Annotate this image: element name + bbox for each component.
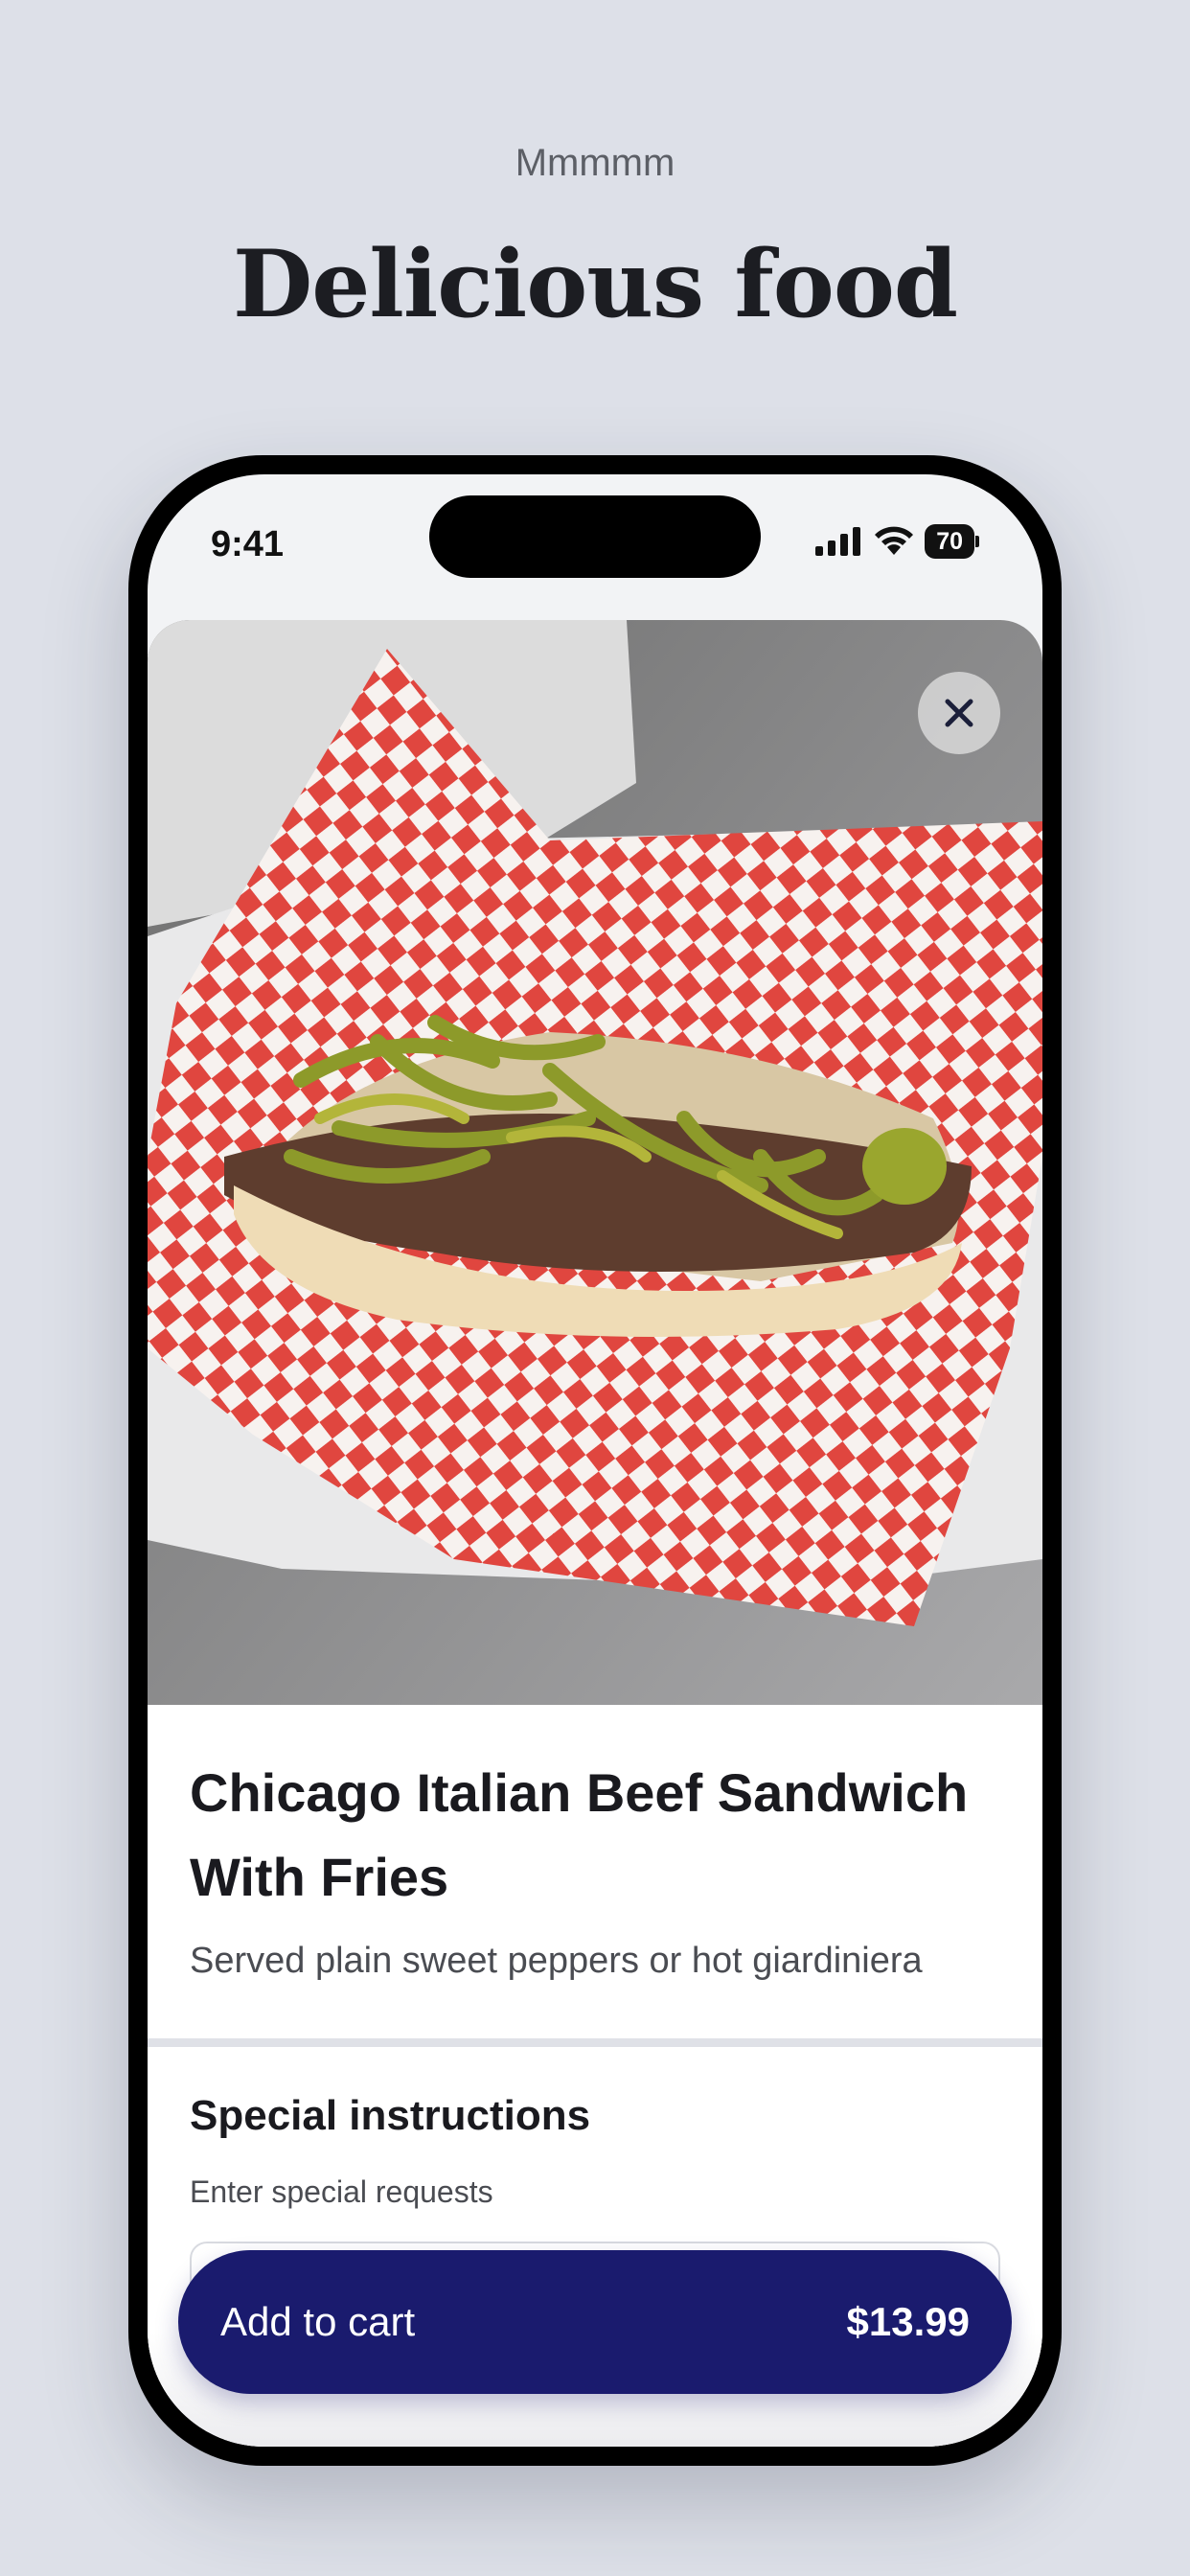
wifi-icon: [875, 526, 914, 555]
close-icon: [945, 699, 973, 727]
item-title: Chicago Italian Beef Sandwich With Fries: [190, 1762, 969, 1907]
dynamic-island: [429, 495, 761, 578]
battery-tip: [975, 536, 979, 547]
eyebrow-text: Mmmmm: [515, 142, 675, 184]
item-sheet: Chicago Italian Beef Sandwich With Fries…: [148, 620, 1042, 2447]
signal-icon: [815, 527, 861, 556]
add-to-cart-button[interactable]: Add to cart $13.99: [178, 2250, 1012, 2394]
headline: Delicious food: [233, 230, 958, 338]
section-divider: [148, 2038, 1042, 2047]
status-icons: 70: [815, 524, 979, 559]
sandwich-photo: [148, 620, 1042, 1705]
close-button[interactable]: [918, 672, 1000, 754]
special-instructions-subtitle: Enter special requests: [190, 2174, 493, 2209]
special-instructions-title: Special instructions: [190, 2092, 591, 2139]
phone-frame: 9:41 70 Chicago Italian Beef Sandwich Wi…: [128, 455, 1062, 2466]
cart-price: $13.99: [846, 2299, 970, 2344]
battery-icon: 70: [925, 524, 974, 559]
add-to-cart-label: Add to cart: [220, 2299, 416, 2344]
status-time: 9:41: [211, 524, 285, 564]
item-description: Served plain sweet peppers or hot giardi…: [190, 1941, 923, 1981]
phone-screen: 9:41 70 Chicago Italian Beef Sandwich Wi…: [148, 474, 1042, 2447]
